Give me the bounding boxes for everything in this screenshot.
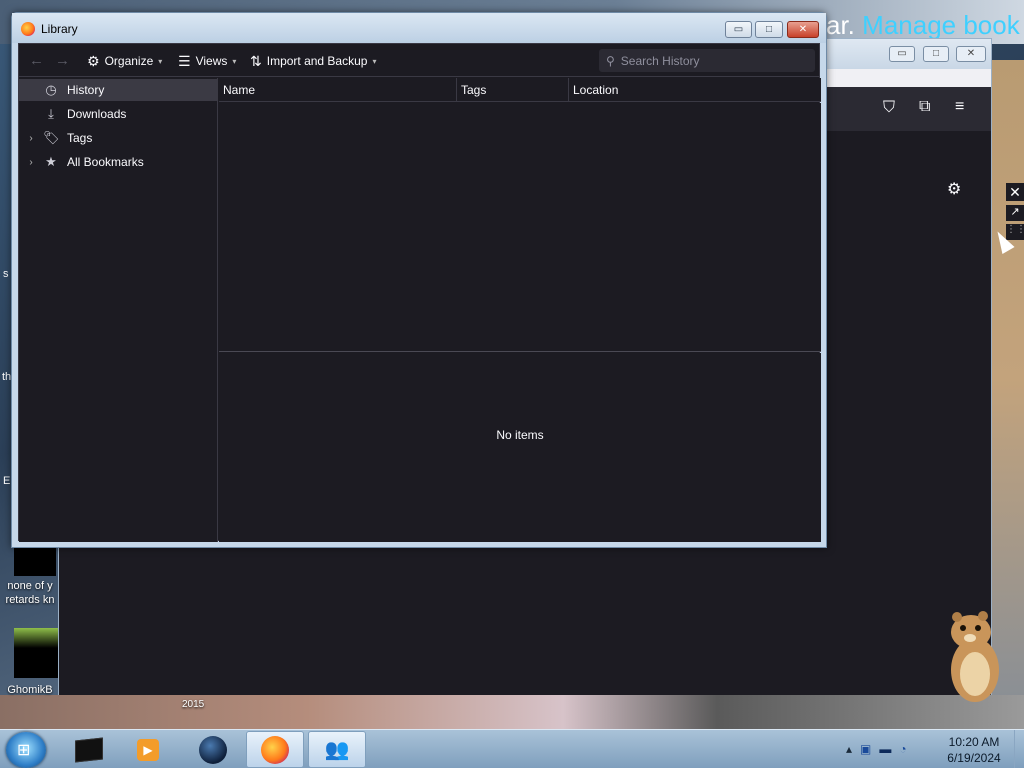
tree-item-all-bookmarks[interactable]: › ★ All Bookmarks	[19, 151, 218, 173]
desktop-wallpaper-bottom	[0, 695, 1024, 731]
clock-icon: ◷	[45, 82, 57, 97]
windows-logo-icon: ⊞	[17, 742, 31, 759]
library-window[interactable]: Library ▭ □ ✕ ← → ⚙ Organize ▾ ☰ Views ▾…	[11, 12, 827, 548]
tree-item-downloads[interactable]: ⤓ Downloads	[19, 103, 218, 125]
desktop-edge-letter: E	[3, 475, 11, 487]
library-toolbar: ← → ⚙ Organize ▾ ☰ Views ▾ ⇅ Import and …	[19, 44, 819, 77]
forward-arrow-icon[interactable]: →	[55, 52, 70, 69]
column-header-tags[interactable]: Tags	[457, 78, 569, 102]
desktop-wallpaper-right	[992, 60, 1024, 700]
close-button[interactable]: ✕	[787, 21, 819, 38]
library-titlebar[interactable]: Library ▭ □ ✕	[12, 13, 826, 43]
bg-minimize-button[interactable]: ▭	[889, 46, 915, 62]
firefox-icon	[21, 22, 35, 36]
taskbar-app-media-player[interactable]: ▶	[119, 731, 177, 768]
views-button[interactable]: ☰ Views ▾	[178, 52, 236, 70]
volume-tray-icon[interactable]: ◔	[899, 742, 906, 756]
sort-arrows-icon: ⇅	[250, 52, 262, 69]
column-header-name[interactable]: Name	[219, 78, 457, 102]
empty-state-message: No items	[496, 428, 544, 442]
chevron-down-icon: ▾	[158, 56, 163, 66]
bg-close-button[interactable]: ✕	[956, 46, 986, 62]
system-tray: ▴ ▣ ▬ ◔	[846, 742, 907, 756]
import-backup-button[interactable]: ⇅ Import and Backup ▾	[250, 52, 376, 70]
search-box[interactable]: ⚲	[599, 49, 815, 72]
taskbar-app-firefox[interactable]	[246, 731, 304, 768]
places-tree: ◷ History ⤓ Downloads › 🏷 Tags › ★ All B…	[19, 78, 218, 542]
taskbar: ⊞ ▶ 👥 ▴ ▣ ▬ ◔ 10:20 AM 6/19/2024	[0, 729, 1024, 768]
show-desktop-button[interactable]	[1014, 730, 1024, 768]
background-page-heading: ar. Manage book	[826, 10, 1020, 40]
history-list[interactable]	[219, 103, 821, 352]
views-label: Views	[195, 54, 228, 68]
network-tray-icon[interactable]: ▣	[860, 742, 871, 756]
desktop-edge-letter: s	[3, 268, 9, 280]
chevron-right-icon[interactable]: ›	[25, 133, 37, 144]
external-link-icon[interactable]: ↗	[1006, 205, 1024, 221]
window-title: Library	[41, 22, 78, 36]
monitor-tray-icon[interactable]: ▬	[879, 742, 891, 756]
search-icon: ⚲	[606, 53, 615, 68]
tree-item-label: Downloads	[67, 107, 127, 121]
library-client-area: ← → ⚙ Organize ▾ ☰ Views ▾ ⇅ Import and …	[18, 43, 821, 542]
tree-item-tags[interactable]: › 🏷 Tags	[19, 127, 218, 149]
list-icon: ☰	[178, 52, 191, 69]
users-icon: 👥	[324, 739, 350, 761]
column-header-location[interactable]: Location	[569, 78, 821, 102]
firefox-icon	[261, 735, 289, 764]
bg-maximize-button[interactable]: □	[923, 46, 949, 62]
clock-time: 10:20 AM	[948, 735, 1000, 749]
organize-label: Organize	[104, 54, 154, 68]
hamster-sticker	[951, 611, 999, 702]
search-input[interactable]	[620, 53, 801, 68]
show-hidden-icons-icon[interactable]: ▴	[846, 742, 852, 756]
tag-icon: 🏷	[43, 130, 60, 145]
thumbnail-year-label: 2015	[182, 699, 205, 710]
clock-date: 6/19/2024	[947, 751, 1001, 765]
pocket-icon[interactable]: ⛉	[883, 99, 895, 117]
organize-button[interactable]: ⚙ Organize ▾	[87, 52, 162, 70]
chevron-down-icon: ▾	[372, 56, 377, 66]
desktop-edge-letter: th	[2, 371, 12, 383]
maximize-button[interactable]: □	[755, 21, 783, 38]
desktop-icon-thumbnail[interactable]	[14, 546, 56, 576]
tree-item-label: History	[67, 83, 105, 97]
tree-item-label: All Bookmarks	[67, 155, 144, 169]
media-play-icon: ▶	[137, 738, 159, 761]
gear-icon[interactable]: ⚙	[947, 179, 961, 199]
chevron-right-icon[interactable]: ›	[25, 157, 37, 168]
desktop-icon-label[interactable]: GhomikB	[0, 683, 60, 697]
globe-icon	[199, 735, 227, 764]
column-headers: Name Tags Location	[219, 78, 821, 102]
import-backup-label: Import and Backup	[266, 54, 368, 68]
back-arrow-icon[interactable]: ←	[29, 52, 44, 69]
details-pane: No items	[219, 353, 821, 542]
tree-item-history[interactable]: ◷ History	[19, 79, 218, 101]
gear-icon: ⚙	[87, 52, 100, 69]
system-clock[interactable]: 10:20 AM 6/19/2024	[938, 734, 1010, 766]
manage-bookmarks-link[interactable]: Manage book	[862, 10, 1020, 40]
chevron-down-icon: ▾	[232, 56, 237, 66]
desktop-icon-label[interactable]: none of y retards kn	[0, 579, 60, 607]
start-button[interactable]: ⊞	[6, 732, 46, 768]
extensions-icon[interactable]: ⧉	[919, 98, 930, 116]
box-app-icon	[75, 737, 103, 762]
taskbar-app-dark-box[interactable]	[60, 731, 118, 768]
desktop-icon-thumbnail[interactable]	[14, 628, 58, 678]
star-icon: ★	[45, 154, 57, 169]
tree-item-label: Tags	[67, 131, 93, 145]
download-icon: ⤓	[48, 106, 54, 121]
minimize-button[interactable]: ▭	[725, 21, 752, 38]
menu-icon[interactable]: ≡	[955, 98, 964, 116]
close-icon[interactable]: ✕	[1006, 183, 1024, 201]
taskbar-app-network-users[interactable]: 👥	[308, 731, 366, 768]
taskbar-app-globe[interactable]	[184, 731, 242, 768]
